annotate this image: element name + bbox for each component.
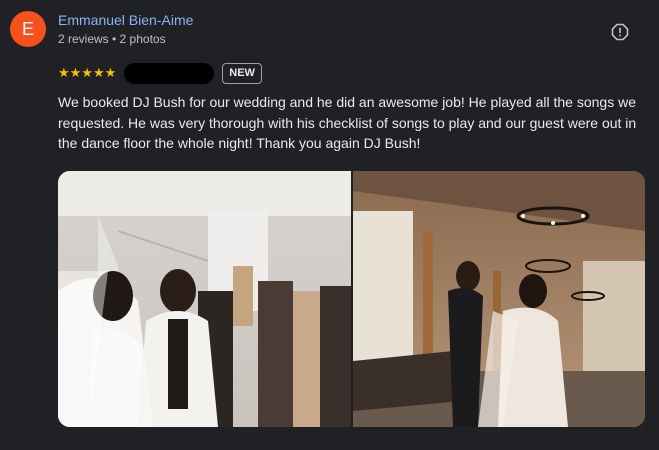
- reviewer-name-link[interactable]: Emmanuel Bien-Aime: [58, 12, 193, 28]
- rating-row: ★★★★★ NEW: [58, 62, 262, 84]
- new-badge: NEW: [222, 62, 262, 84]
- avatar[interactable]: E: [10, 11, 46, 47]
- review-photos: [58, 171, 645, 427]
- review-photo-2[interactable]: [353, 171, 645, 427]
- redacted-date: [124, 62, 215, 84]
- star-rating: ★★★★★: [58, 65, 117, 80]
- reviewer-meta: 2 reviews • 2 photos: [58, 32, 166, 46]
- review-card: E Emmanuel Bien-Aime 2 reviews • 2 photo…: [0, 0, 659, 450]
- review-photo-1[interactable]: [58, 171, 351, 427]
- report-flag-icon[interactable]: [611, 23, 629, 41]
- avatar-initial: E: [21, 19, 34, 39]
- review-text: We booked DJ Bush for our wedding and he…: [58, 94, 637, 151]
